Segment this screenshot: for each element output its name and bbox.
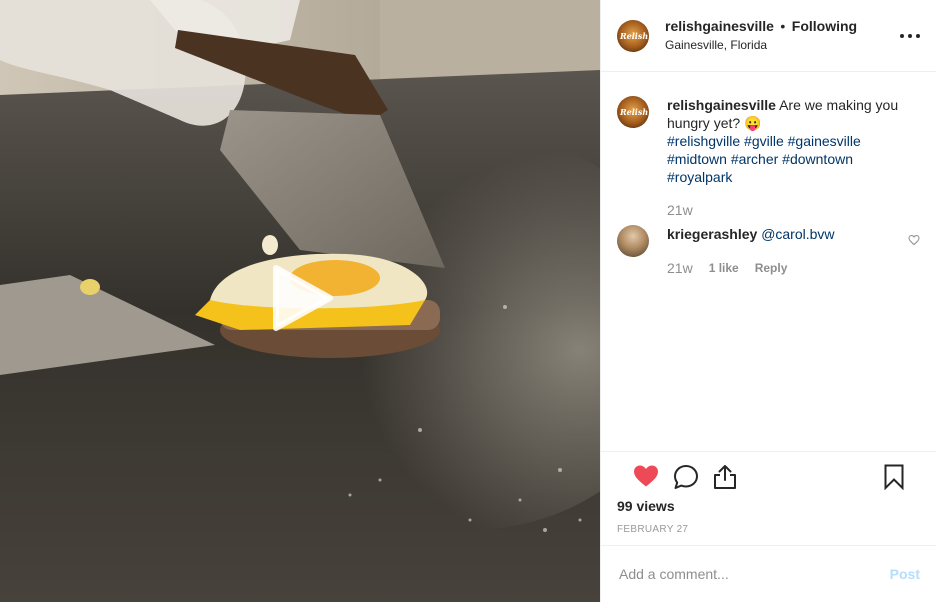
- caption-hashtags: #relishgville #gville #gainesville #midt…: [667, 132, 907, 186]
- avatar-logo-text: Relish: [620, 30, 649, 41]
- post-date[interactable]: FEBRUARY 27: [617, 524, 688, 535]
- caption-text: relishgainesville Are we making you hung…: [667, 96, 907, 132]
- post-location[interactable]: Gainesville, Florida: [665, 36, 857, 54]
- hashtag-link[interactable]: #midtown: [667, 151, 727, 167]
- post-header: Relish relishgainesville • Following Gai…: [601, 0, 936, 72]
- heart-icon[interactable]: [633, 464, 659, 488]
- hashtag-link[interactable]: #relishgville: [667, 133, 740, 149]
- avatar-logo-text: Relish: [620, 107, 649, 117]
- caption-avatar[interactable]: Relish: [617, 96, 649, 128]
- hashtag-link[interactable]: #gville: [744, 133, 784, 149]
- comment-timestamp[interactable]: 21w: [667, 260, 693, 276]
- post-video[interactable]: [0, 0, 600, 602]
- hashtag-link[interactable]: #archer: [731, 151, 778, 167]
- comment-meta: 21w 1 like Reply: [667, 260, 907, 276]
- author-username[interactable]: relishgainesville: [665, 18, 774, 34]
- comments-list: Relish relishgainesville Are we making y…: [601, 72, 936, 451]
- caption: Relish relishgainesville Are we making y…: [617, 96, 920, 218]
- comment-text: kriegerashley @carol.bvw: [667, 225, 907, 243]
- post-side-panel: Relish relishgainesville • Following Gai…: [600, 0, 936, 602]
- play-icon: [273, 265, 333, 331]
- share-icon[interactable]: [713, 464, 737, 490]
- author-avatar[interactable]: Relish: [617, 19, 649, 52]
- reply-button[interactable]: Reply: [755, 261, 788, 275]
- heart-outline-icon[interactable]: [908, 234, 920, 246]
- comment-icon[interactable]: [673, 464, 699, 490]
- hashtag-link[interactable]: #downtown: [782, 151, 853, 167]
- view-count[interactable]: 99 views: [617, 498, 675, 514]
- comment-likes[interactable]: 1 like: [709, 261, 739, 275]
- post-actions: 99 views FEBRUARY 27: [601, 451, 936, 545]
- bookmark-icon[interactable]: [884, 464, 904, 490]
- comment-item: kriegerashley @carol.bvw 21w 1 like Repl…: [617, 225, 920, 276]
- hashtag-link[interactable]: #gainesville: [788, 133, 861, 149]
- author-info: relishgainesville • Following Gainesvill…: [665, 17, 857, 54]
- caption-username[interactable]: relishgainesville: [667, 97, 776, 113]
- comment-input[interactable]: [617, 565, 890, 583]
- separator-dot: •: [780, 18, 786, 34]
- follow-status-button[interactable]: Following: [792, 18, 857, 34]
- instagram-post: Relish relishgainesville • Following Gai…: [0, 0, 936, 602]
- comment-mention[interactable]: @carol.bvw: [761, 226, 834, 242]
- hashtag-link[interactable]: #royalpark: [667, 169, 732, 185]
- commenter-avatar[interactable]: [617, 225, 649, 257]
- comment-composer: Post: [601, 545, 936, 602]
- action-icons: [617, 452, 920, 500]
- play-button[interactable]: [270, 264, 334, 332]
- post-comment-button[interactable]: Post: [890, 566, 920, 582]
- more-options-icon[interactable]: [900, 28, 920, 44]
- comment-username[interactable]: kriegerashley: [667, 226, 757, 242]
- caption-timestamp[interactable]: 21w: [667, 202, 907, 218]
